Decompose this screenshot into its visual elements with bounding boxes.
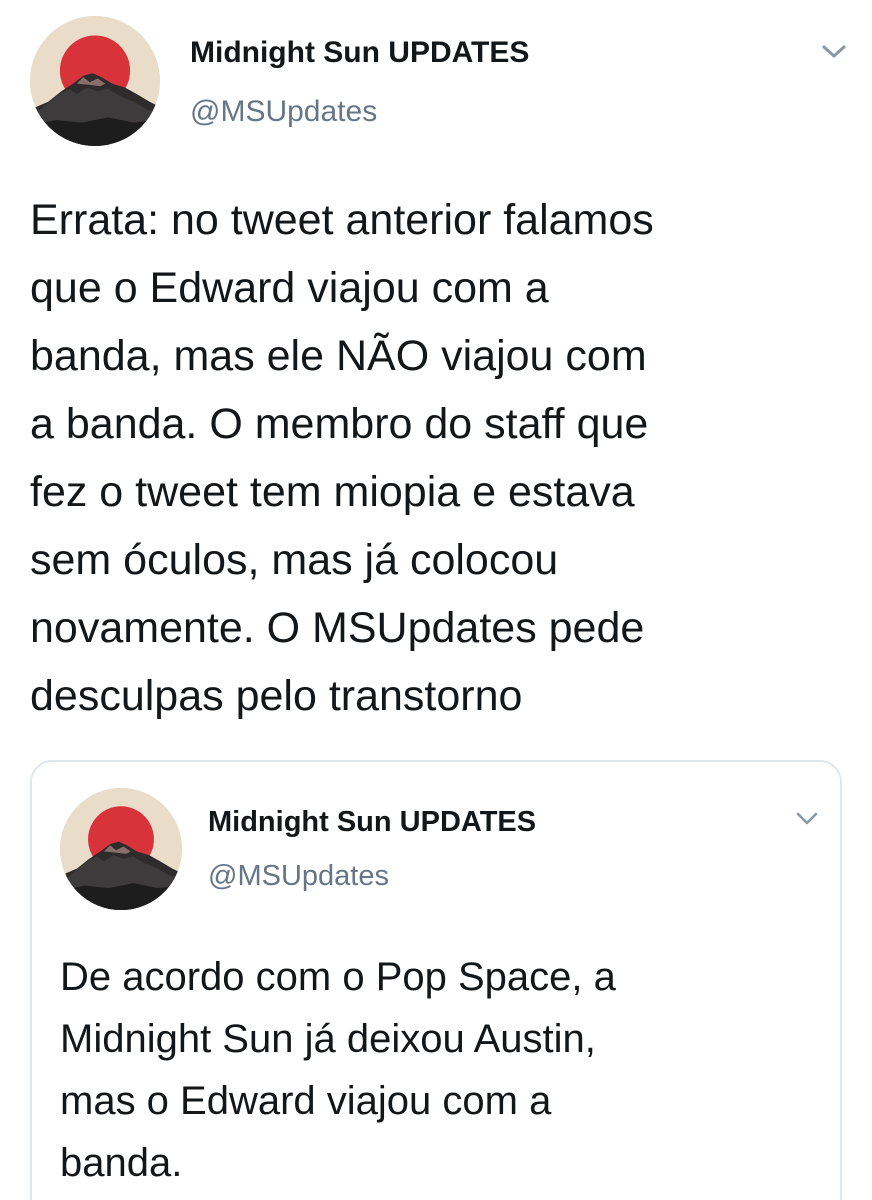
profile-avatar[interactable] <box>30 16 160 146</box>
quoted-profile-avatar[interactable] <box>60 788 182 910</box>
quoted-tweet-text: De acordo com o Pop Space, a Midnight Su… <box>60 955 616 1185</box>
chevron-down-icon[interactable] <box>794 810 820 828</box>
sunset-mountain-avatar-icon <box>60 788 182 910</box>
user-handle[interactable]: @MSUpdates <box>190 95 377 129</box>
display-name[interactable]: Midnight Sun UPDATES <box>190 36 529 70</box>
quoted-display-name[interactable]: Midnight Sun UPDATES <box>208 806 536 839</box>
tweet-page: Midnight Sun UPDATES @MSUpdates Errata: … <box>0 0 872 1200</box>
tweet-text: Errata: no tweet anterior falamos que o … <box>30 196 654 720</box>
quoted-user-handle[interactable]: @MSUpdates <box>208 860 389 893</box>
chevron-down-icon[interactable] <box>820 42 848 62</box>
quoted-tweet-card[interactable]: Midnight Sun UPDATES @MSUpdates De acord… <box>30 760 842 1200</box>
tweet-header: Midnight Sun UPDATES @MSUpdates <box>0 0 872 160</box>
sunset-mountain-avatar-icon <box>30 16 160 146</box>
